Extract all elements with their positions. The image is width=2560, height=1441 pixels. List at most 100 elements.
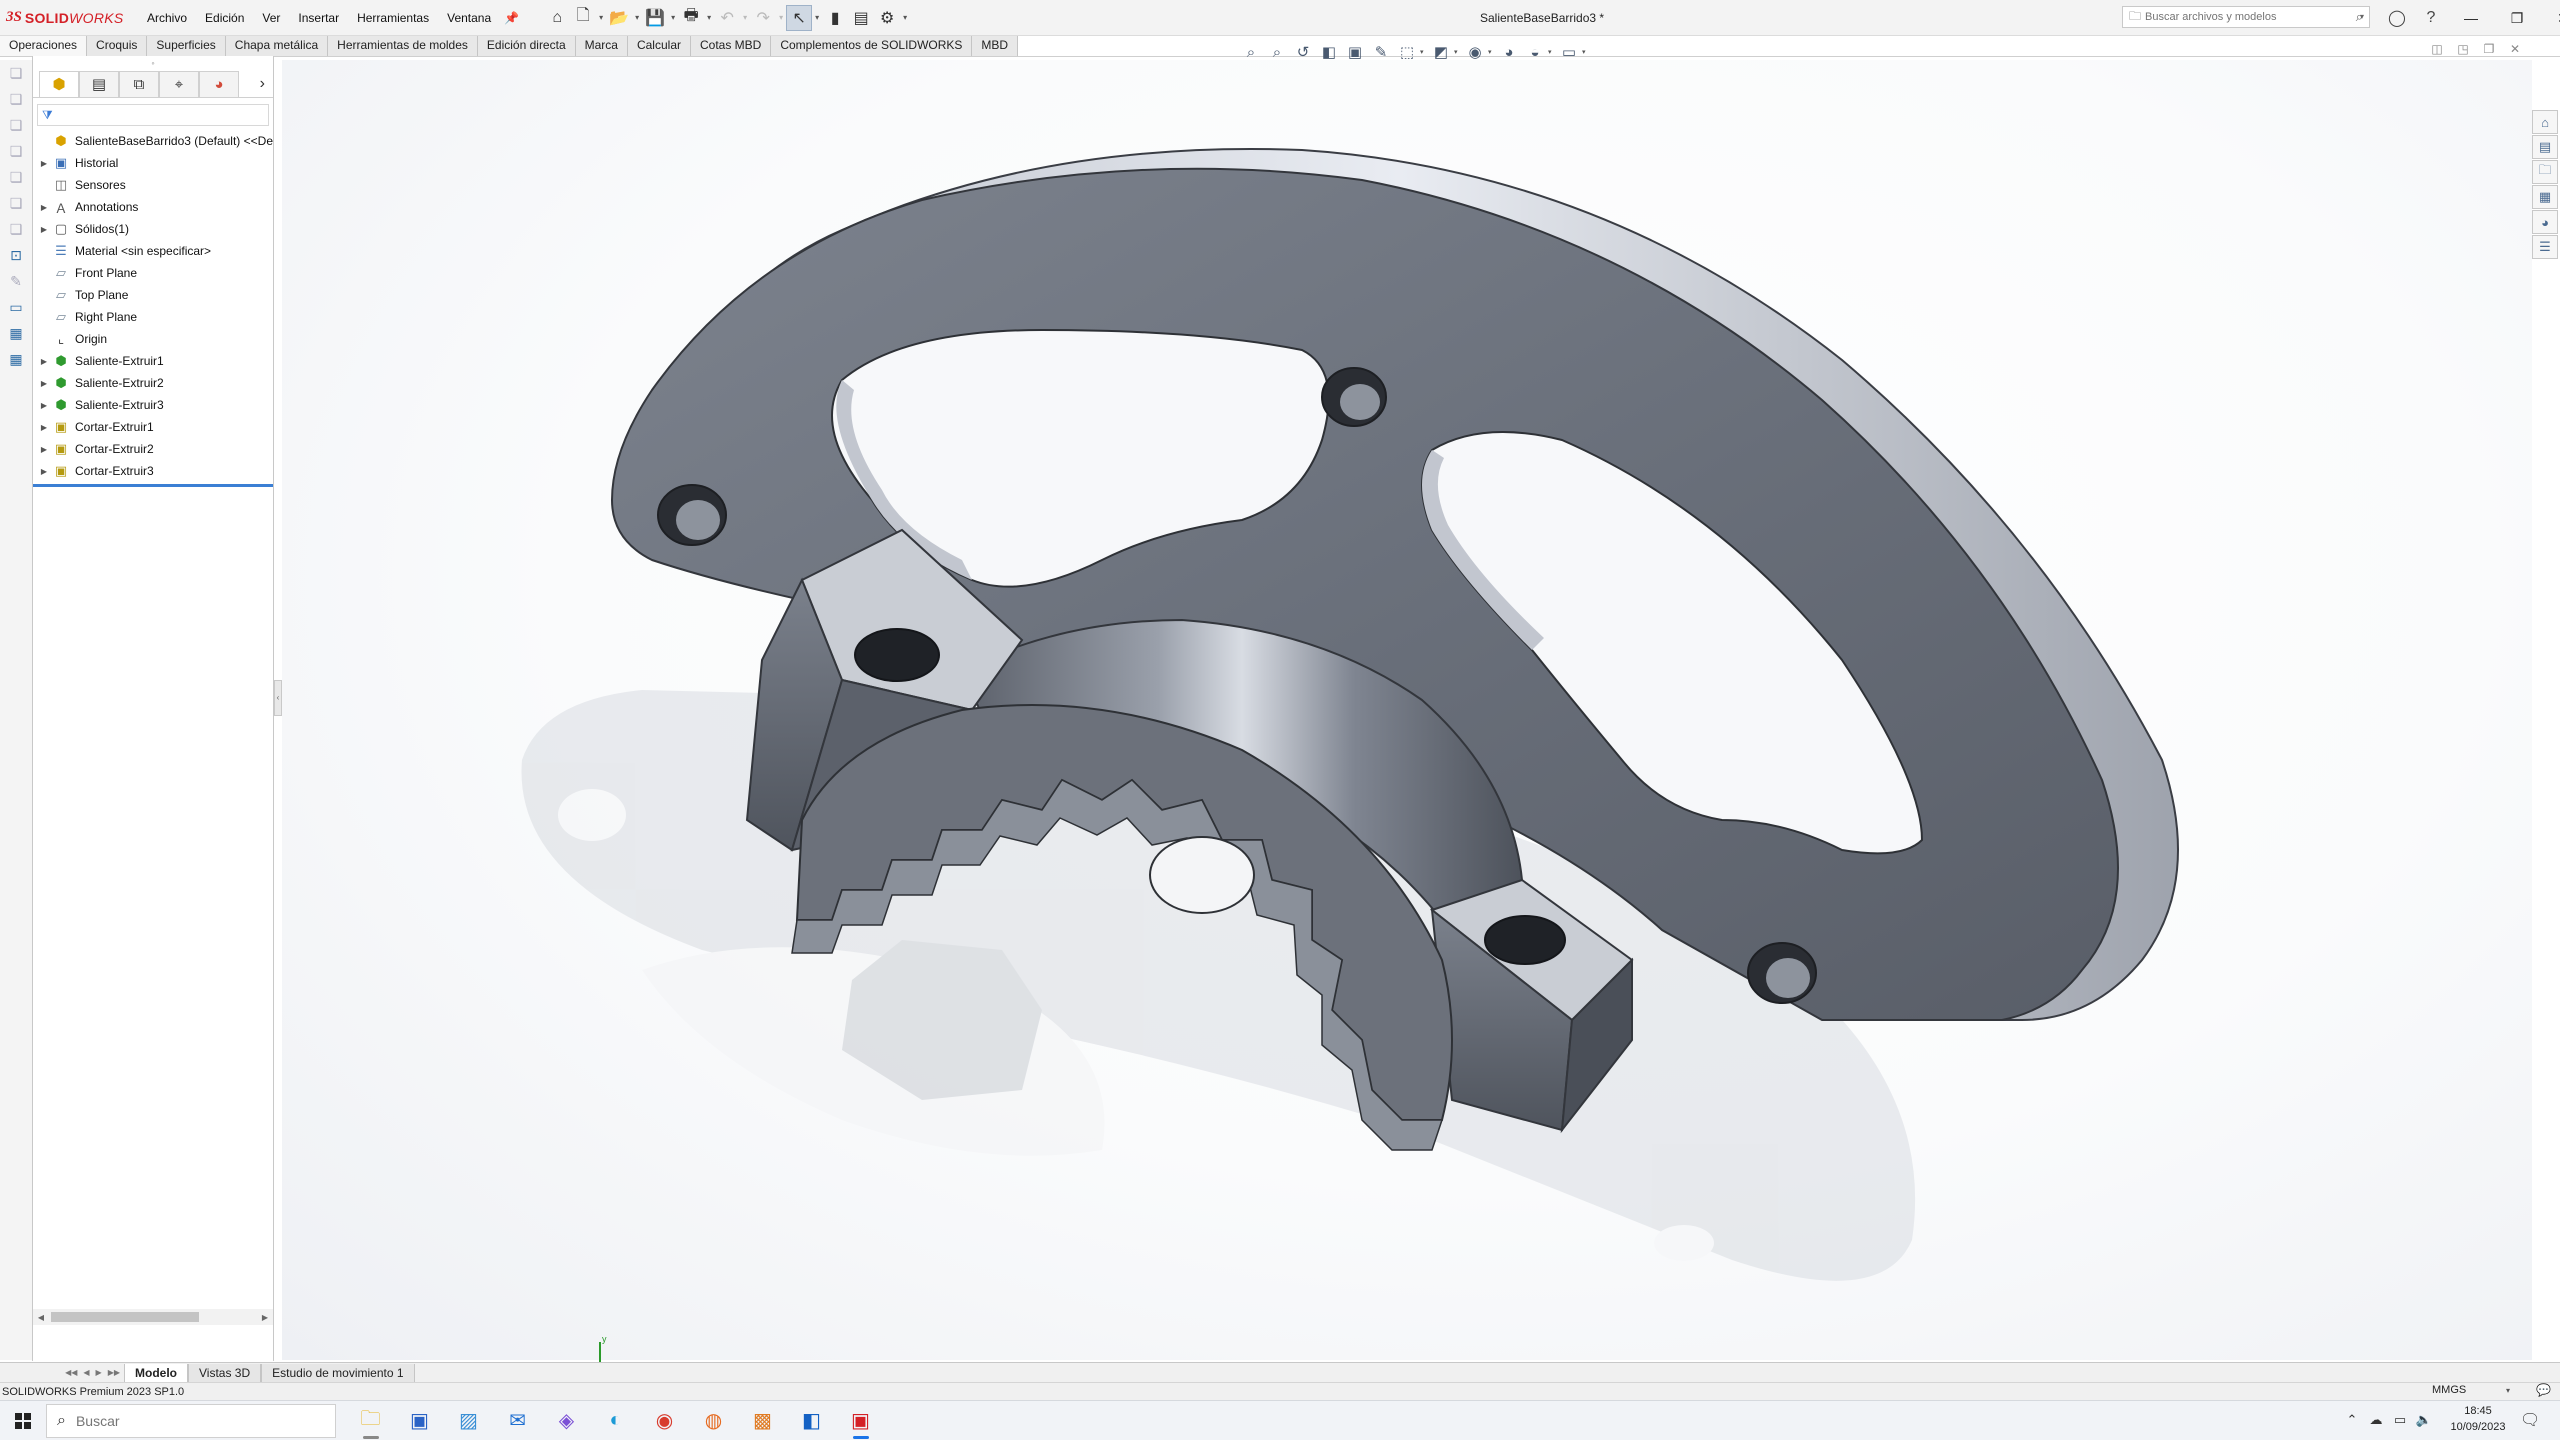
view-orientation-dropdown-icon[interactable]: ▾ (1420, 48, 1428, 56)
scroll-right-icon[interactable]: ▶ (257, 1313, 273, 1322)
minimize-button[interactable]: — (2448, 10, 2494, 26)
file-explorer-icon[interactable]: 🗀 (2532, 160, 2558, 184)
pin-menu-icon[interactable]: 📌 (504, 11, 519, 25)
copy-icon[interactable]: ❏ (0, 60, 32, 86)
tree-item-cortar-extruir1[interactable]: ▶ ▣ Cortar-Extruir1 (33, 416, 273, 438)
zoom-to-fit-icon[interactable]: ⌕ (1238, 44, 1264, 61)
print-icon[interactable]: 🖶 (678, 5, 704, 31)
scroll-left-icon[interactable]: ◀ (33, 1313, 49, 1322)
status-message-icon[interactable]: 💬 (2536, 1383, 2551, 1397)
start-button[interactable] (0, 1401, 46, 1441)
hide-show-dropdown-icon[interactable]: ▾ (1488, 48, 1496, 56)
network-icon[interactable]: ▭ (2388, 1412, 2412, 1428)
view-settings-icon[interactable]: ▭ (1556, 43, 1582, 61)
tree-item-origin[interactable]: ⌞ Origin (33, 328, 273, 350)
tree-item-annotations[interactable]: ▶ Ａ Annotations (33, 196, 273, 218)
solidworks-app-icon[interactable]: ▣ (836, 1401, 885, 1441)
expand-arrow-icon[interactable]: ▶ (37, 203, 51, 212)
taskbar-clock[interactable]: 18:45 10/09/2023 (2438, 1403, 2518, 1435)
tab-chapa-metalica[interactable]: Chapa metálica (225, 36, 329, 56)
options-dropdown-icon[interactable]: ▾ (900, 5, 910, 31)
photos-app-icon[interactable]: ▨ (444, 1401, 493, 1441)
menu-edicion[interactable]: Edición (196, 0, 253, 36)
redo-dropdown-icon[interactable]: ▾ (776, 5, 786, 31)
open-dropdown-icon[interactable]: ▾ (632, 5, 642, 31)
display-style-dropdown-icon[interactable]: ▾ (1454, 48, 1462, 56)
edit-icon[interactable]: ✎ (0, 268, 32, 294)
copilot-app-icon[interactable]: ◈ (542, 1401, 591, 1441)
hide-show-icon[interactable]: ◉ (1462, 43, 1488, 61)
scene-dropdown-icon[interactable]: ▾ (1548, 48, 1556, 56)
scene-icon[interactable]: ◒ (1522, 44, 1548, 61)
expand-arrow-icon[interactable]: ▶ (37, 423, 51, 432)
undo-icon[interactable]: ↶ (714, 5, 740, 31)
traffic-light-icon[interactable]: ▮ (822, 5, 848, 31)
expand-arrow-icon[interactable]: ▶ (37, 357, 51, 366)
save-dropdown-icon[interactable]: ▾ (668, 5, 678, 31)
select-cursor-icon[interactable]: ↖ (786, 4, 813, 31)
custom-properties-icon[interactable]: ☰ (2532, 235, 2558, 259)
layer-icon[interactable]: ❏ (0, 216, 32, 242)
home-icon[interactable]: ⌂ (544, 5, 570, 31)
library-icon[interactable]: ▦ (0, 346, 32, 372)
expand-arrow-icon[interactable]: ▶ (37, 467, 51, 476)
chrome-app-icon[interactable]: ◉ (640, 1401, 689, 1441)
prev-tab-icon[interactable]: ◀ (83, 1368, 89, 1377)
dynamic-annotation-icon[interactable]: ▣ (1342, 43, 1368, 61)
units-selector[interactable]: MMGS (2432, 1384, 2466, 1396)
previous-view-icon[interactable]: ↺ (1290, 43, 1316, 61)
tab-edicion-directa[interactable]: Edición directa (477, 36, 576, 56)
restore-button[interactable]: ❐ (2494, 10, 2540, 27)
display-manager-tab-icon[interactable]: ◕ (199, 70, 239, 97)
configuration-manager-tab-icon[interactable]: ⧉ (119, 70, 159, 97)
edge-app-icon[interactable]: ◐ (591, 1401, 640, 1441)
property-manager-tab-icon[interactable]: ▤ (79, 70, 119, 97)
onedrive-icon[interactable]: ☁ (2364, 1412, 2388, 1428)
next-tab-icon[interactable]: ▶ (96, 1368, 102, 1377)
appearances-icon[interactable]: ◕ (2532, 210, 2558, 234)
zoom-to-area-icon[interactable]: ⌕ (1264, 44, 1290, 61)
library-icon[interactable]: ▦ (0, 320, 32, 346)
tree-item-saliente-extruir1[interactable]: ▶ ⬢ Saliente-Extruir1 (33, 350, 273, 372)
viewport-split-icon[interactable]: ◫ (2424, 42, 2450, 56)
expand-arrow-icon[interactable]: ▶ (37, 225, 51, 234)
search-dropdown-icon[interactable]: ▾ (2360, 12, 2364, 21)
store-app-icon[interactable]: ▣ (395, 1401, 444, 1441)
tree-item-sensores[interactable]: ◫ Sensores (33, 174, 273, 196)
view-palette-icon[interactable]: ▦ (2532, 185, 2558, 209)
view-orientation-icon[interactable]: ⬚ (1394, 43, 1420, 61)
scroll-thumb[interactable] (51, 1312, 199, 1322)
tab-operaciones[interactable]: Operaciones (0, 36, 88, 56)
user-account-icon[interactable]: ◯ (2380, 8, 2414, 28)
panel-collapse-handle[interactable]: ‹ (274, 680, 282, 716)
save-icon[interactable]: 💾 (642, 5, 668, 31)
viewport-close-icon[interactable]: ✕ (2502, 42, 2528, 56)
select-dropdown-icon[interactable]: ▾ (812, 5, 822, 31)
feature-tree-tab-icon[interactable]: ⬢ (39, 70, 79, 97)
tab-vistas-3d[interactable]: Vistas 3D (188, 1363, 262, 1382)
layer-icon[interactable]: ❏ (0, 164, 32, 190)
more-tabs-chevron-icon[interactable]: › (260, 75, 265, 93)
taskbar-search-input[interactable] (75, 1412, 257, 1429)
tab-calcular[interactable]: Calcular (627, 36, 691, 56)
volume-icon[interactable]: 🔈 (2412, 1412, 2436, 1428)
new-dropdown-icon[interactable]: ▾ (596, 5, 606, 31)
expand-arrow-icon[interactable]: ▶ (37, 379, 51, 388)
menu-insertar[interactable]: Insertar (289, 0, 348, 36)
undo-dropdown-icon[interactable]: ▾ (740, 5, 750, 31)
tab-modelo[interactable]: Modelo (124, 1363, 188, 1382)
tab-croquis[interactable]: Croquis (87, 36, 148, 56)
expand-arrow-icon[interactable]: ▶ (37, 159, 51, 168)
viewport-restore-icon[interactable]: ❐ (2476, 42, 2502, 56)
print-dropdown-icon[interactable]: ▾ (704, 5, 714, 31)
tab-cotas-mbd[interactable]: Cotas MBD (690, 36, 772, 56)
rollback-bar[interactable] (33, 484, 273, 487)
tree-horizontal-scrollbar[interactable]: ◀ ▶ (33, 1309, 273, 1325)
expand-arrow-icon[interactable]: ▶ (37, 445, 51, 454)
view-settings-dropdown-icon[interactable]: ▾ (1582, 48, 1590, 56)
tree-item-front-plane[interactable]: ▱ Front Plane (33, 262, 273, 284)
close-button[interactable]: ✕ (2540, 10, 2560, 27)
tree-item-cortar-extruir2[interactable]: ▶ ▣ Cortar-Extruir2 (33, 438, 273, 460)
graphics-area[interactable]: y x (282, 60, 2532, 1387)
units-dropdown-icon[interactable]: ▾ (2506, 1386, 2510, 1395)
